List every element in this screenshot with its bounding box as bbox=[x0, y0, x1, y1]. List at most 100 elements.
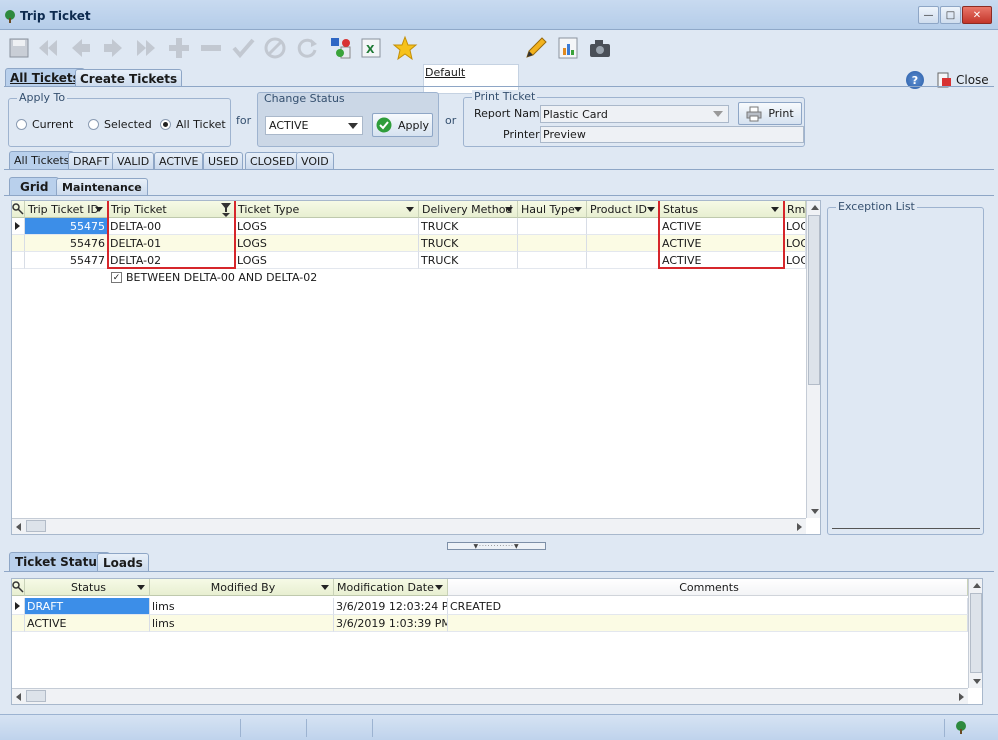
table-cell[interactable] bbox=[518, 235, 587, 252]
view-tab-grid[interactable]: Grid bbox=[9, 177, 60, 195]
table-cell[interactable]: TRUCK bbox=[419, 252, 518, 269]
add-record-button[interactable] bbox=[164, 33, 194, 63]
table-cell[interactable]: 55476 bbox=[25, 235, 108, 252]
column-filter-icon[interactable] bbox=[647, 207, 655, 212]
radio-selected-circle[interactable] bbox=[88, 119, 99, 130]
scroll-down-icon[interactable] bbox=[973, 679, 981, 684]
radio-all-ticket-circle[interactable] bbox=[160, 119, 171, 130]
maximize-button[interactable]: □ bbox=[940, 6, 961, 24]
table-cell[interactable]: TRUCK bbox=[419, 235, 518, 252]
post-record-button[interactable] bbox=[228, 33, 258, 63]
col-modified-by[interactable]: Modified By bbox=[150, 579, 334, 596]
report-name-select[interactable]: Plastic Card bbox=[540, 105, 729, 123]
last-record-button[interactable] bbox=[130, 33, 160, 63]
delete-record-button[interactable] bbox=[196, 33, 226, 63]
horizontal-scrollbar[interactable] bbox=[12, 518, 806, 534]
table-cell[interactable]: LOG bbox=[784, 218, 806, 235]
column-filter-icon[interactable] bbox=[574, 207, 582, 212]
radio-current[interactable]: Current bbox=[16, 118, 73, 131]
table-cell[interactable]: ACTIVE bbox=[25, 615, 150, 632]
radio-selected[interactable]: Selected bbox=[88, 118, 152, 131]
column-filter-icon[interactable] bbox=[406, 207, 414, 212]
filter-checkbox[interactable]: ✓ bbox=[111, 272, 122, 283]
status-tab-active[interactable]: ACTIVE bbox=[154, 152, 204, 169]
column-filter-icon[interactable] bbox=[95, 207, 103, 212]
status-tab-valid[interactable]: VALID bbox=[112, 152, 155, 169]
tab-create-tickets[interactable]: Create Tickets bbox=[75, 69, 183, 87]
save-button[interactable] bbox=[4, 33, 34, 63]
horizontal-scrollbar[interactable] bbox=[12, 688, 968, 704]
apply-button[interactable]: Apply bbox=[372, 113, 433, 137]
table-cell[interactable]: LOGS bbox=[235, 218, 419, 235]
column-filter-icon[interactable] bbox=[435, 585, 443, 590]
status-tab-void[interactable]: VOID bbox=[296, 152, 334, 169]
status-tab-draft[interactable]: DRAFT bbox=[68, 152, 115, 169]
table-cell[interactable]: lims bbox=[150, 615, 334, 632]
grid-corner[interactable] bbox=[12, 201, 25, 218]
table-cell[interactable] bbox=[448, 615, 968, 632]
next-record-button[interactable] bbox=[98, 33, 128, 63]
tab-all-tickets[interactable]: All Tickets bbox=[5, 68, 85, 87]
status-tab-closed[interactable]: CLOSED bbox=[245, 152, 300, 169]
filter-bar[interactable]: ✓ BETWEEN DELTA-00 AND DELTA-02 bbox=[111, 271, 317, 284]
scroll-right-icon[interactable] bbox=[797, 523, 802, 531]
column-filter-icon[interactable] bbox=[505, 207, 513, 212]
edit-layout-button[interactable] bbox=[521, 33, 551, 63]
table-cell[interactable]: 3/6/2019 1:03:39 PM bbox=[334, 615, 448, 632]
table-cell[interactable] bbox=[518, 218, 587, 235]
radio-current-circle[interactable] bbox=[16, 119, 27, 130]
report-button[interactable] bbox=[553, 33, 583, 63]
vertical-scrollbar[interactable] bbox=[806, 201, 820, 518]
cancel-record-button[interactable] bbox=[260, 33, 290, 63]
col-product-id[interactable]: Product ID bbox=[587, 201, 660, 218]
col-delivery-method[interactable]: Delivery Method bbox=[419, 201, 518, 218]
close-window-button[interactable]: ✕ bbox=[962, 6, 992, 24]
table-cell[interactable]: LOGS bbox=[235, 252, 419, 269]
column-filter-icon[interactable] bbox=[137, 585, 145, 590]
splitter-handle[interactable]: ▼············▼ bbox=[447, 542, 546, 550]
table-cell[interactable]: DRAFT bbox=[25, 598, 150, 615]
status-tab-all-tickets[interactable]: All Tickets bbox=[9, 151, 75, 169]
horizontal-scroll-thumb[interactable] bbox=[26, 690, 46, 702]
table-cell[interactable]: lims bbox=[150, 598, 334, 615]
scroll-down-icon[interactable] bbox=[811, 509, 819, 514]
view-tab-maintenance[interactable]: Maintenance bbox=[56, 178, 148, 195]
col-modification-date[interactable]: Modification Date bbox=[334, 579, 448, 596]
table-cell[interactable]: CREATED bbox=[448, 598, 968, 615]
table-cell[interactable] bbox=[587, 218, 660, 235]
col-status[interactable]: Status bbox=[25, 579, 150, 596]
table-cell[interactable]: LOG bbox=[784, 252, 806, 269]
table-cell[interactable]: LOG bbox=[784, 235, 806, 252]
scroll-up-icon[interactable] bbox=[973, 583, 981, 588]
scroll-left-icon[interactable] bbox=[16, 523, 21, 531]
col-trip-ticket-id[interactable]: Trip Ticket ID bbox=[25, 201, 108, 218]
table-cell[interactable]: LOGS bbox=[235, 235, 419, 252]
layout-name-link[interactable]: Default bbox=[425, 66, 465, 79]
print-button[interactable]: Print bbox=[738, 102, 802, 125]
status-history-grid[interactable]: Status Modified By Modification Date Com… bbox=[11, 578, 983, 705]
column-filter-icon[interactable] bbox=[321, 585, 329, 590]
export-excel-button[interactable]: X bbox=[356, 33, 386, 63]
table-cell[interactable] bbox=[587, 252, 660, 269]
row-indicator[interactable] bbox=[12, 218, 25, 235]
grid-corner[interactable] bbox=[12, 579, 25, 596]
vertical-scrollbar[interactable] bbox=[968, 579, 982, 688]
col-haul-type[interactable]: Haul Type bbox=[518, 201, 587, 218]
row-indicator[interactable] bbox=[12, 598, 25, 615]
scroll-left-icon[interactable] bbox=[16, 693, 21, 701]
vertical-scroll-thumb[interactable] bbox=[808, 215, 820, 385]
workflow-button[interactable] bbox=[326, 33, 356, 63]
first-record-button[interactable] bbox=[34, 33, 64, 63]
snapshot-button[interactable] bbox=[585, 33, 615, 63]
table-cell[interactable]: 55477 bbox=[25, 252, 108, 269]
tab-loads[interactable]: Loads bbox=[97, 553, 149, 571]
scroll-right-icon[interactable] bbox=[959, 693, 964, 701]
favorite-layout-button[interactable] bbox=[390, 33, 420, 63]
vertical-scroll-thumb[interactable] bbox=[970, 593, 982, 673]
col-rm[interactable]: Rm ( bbox=[784, 201, 806, 218]
table-cell[interactable]: 3/6/2019 12:03:24 PM bbox=[334, 598, 448, 615]
row-indicator[interactable] bbox=[12, 235, 25, 252]
row-indicator[interactable] bbox=[12, 615, 25, 632]
status-tab-used[interactable]: USED bbox=[203, 152, 244, 169]
status-select[interactable]: ACTIVE bbox=[265, 116, 363, 135]
